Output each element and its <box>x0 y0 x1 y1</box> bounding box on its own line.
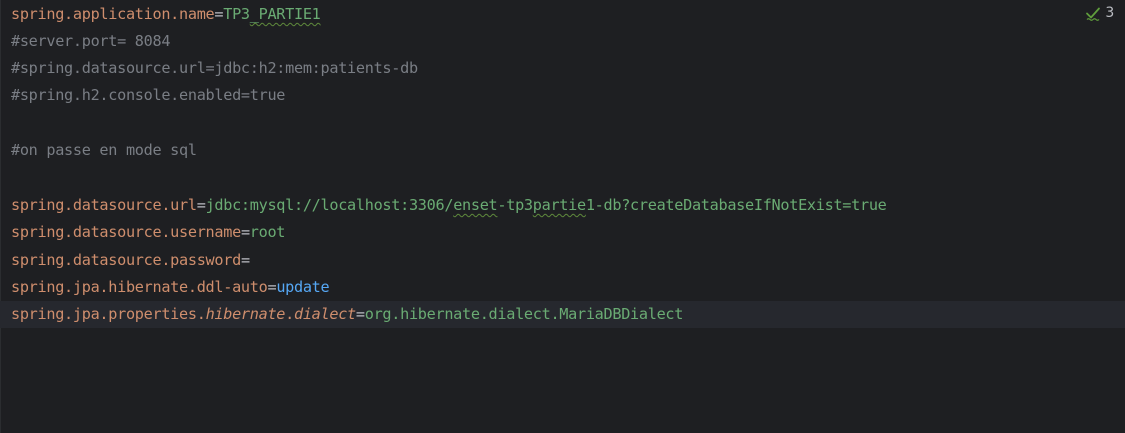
property-value-keyword: update <box>276 278 330 296</box>
property-key: spring.datasource.password <box>11 251 241 269</box>
code-line[interactable]: spring.datasource.password= <box>0 247 1125 274</box>
code-line[interactable]: #on passe en mode sql <box>0 137 1125 164</box>
code-line-empty[interactable] <box>0 164 1125 191</box>
property-key: spring.jpa.hibernate.ddl-auto <box>11 278 268 296</box>
equals-sign: = <box>240 251 250 269</box>
property-key: spring.datasource.username <box>11 223 241 241</box>
code-line[interactable]: #server.port= 8084 <box>0 28 1125 55</box>
typo-highlight: _PARTIE1 <box>249 5 321 23</box>
property-key: spring.jpa.properties. <box>11 305 206 323</box>
comment: #spring.datasource.url=jdbc:h2:mem:patie… <box>11 59 418 77</box>
property-value: root <box>249 223 286 241</box>
equals-sign: = <box>267 278 277 296</box>
code-line[interactable]: spring.datasource.url=jdbc:mysql://local… <box>0 192 1125 219</box>
property-key: spring.datasource.url <box>11 196 197 214</box>
code-line[interactable]: #spring.h2.console.enabled=true <box>0 82 1125 109</box>
comment: #server.port= 8084 <box>11 32 171 50</box>
property-value: org.hibernate.dialect.MariaDBDialect <box>364 305 684 323</box>
equals-sign: = <box>240 223 250 241</box>
property-value: jdbc:mysql://localhost:3306/ <box>205 196 454 214</box>
code-line[interactable]: spring.jpa.hibernate.ddl-auto=update <box>0 274 1125 301</box>
property-value: TP3 <box>223 5 250 23</box>
equals-sign: = <box>214 5 224 23</box>
property-key: spring.application.name <box>11 5 215 23</box>
equals-sign: = <box>196 196 206 214</box>
property-value: 1-db?createDatabaseIfNotExist=true <box>585 196 887 214</box>
property-key-italic: dialect <box>294 305 356 323</box>
properties-editor[interactable]: 3 spring.application.name=TP3_PARTIE1 #s… <box>0 0 1125 433</box>
code-line[interactable]: spring.application.name=TP3_PARTIE1 <box>0 1 1125 28</box>
typo-highlight: partie <box>532 196 586 214</box>
code-line-empty[interactable] <box>0 109 1125 136</box>
code-line[interactable]: #spring.datasource.url=jdbc:h2:mem:patie… <box>0 55 1125 82</box>
comment: #spring.h2.console.enabled=true <box>11 86 286 104</box>
property-value: -tp3 <box>497 196 533 214</box>
comment: #on passe en mode sql <box>11 141 197 159</box>
code-line-current[interactable]: spring.jpa.properties.hibernate.dialect=… <box>0 301 1125 328</box>
property-key-italic: hibernate <box>205 305 286 323</box>
code-line[interactable]: spring.datasource.username=root <box>0 219 1125 246</box>
property-key: . <box>285 305 294 323</box>
equals-sign: = <box>355 305 365 323</box>
typo-highlight: enset <box>453 196 498 214</box>
